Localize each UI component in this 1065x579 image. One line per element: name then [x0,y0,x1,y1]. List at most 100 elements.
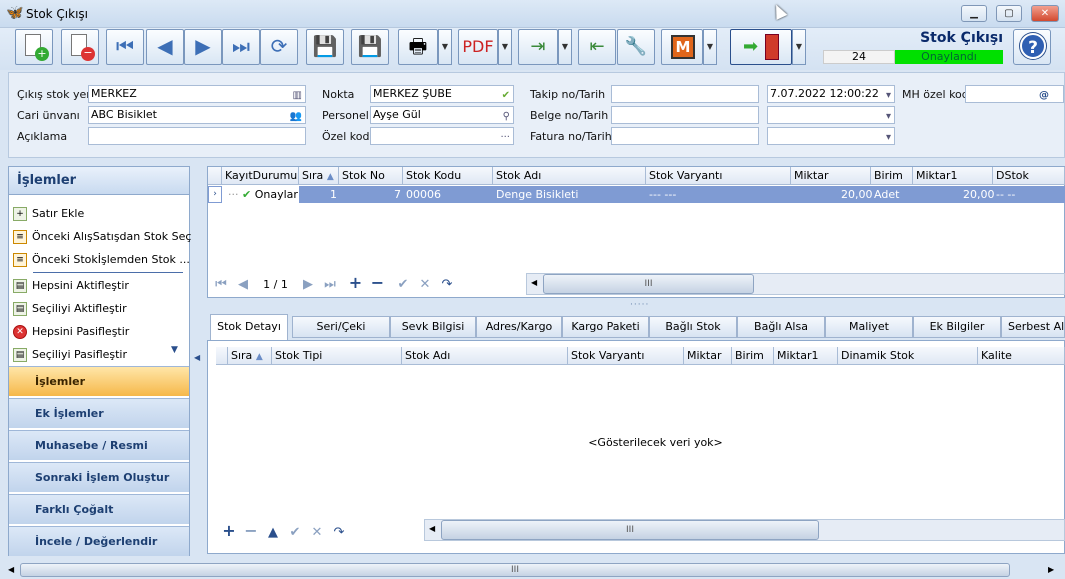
nav-up-icon[interactable]: ▲ [262,525,284,540]
tab-sevk-bilgisi[interactable]: Sevk Bilgisi [390,316,476,338]
help-button[interactable]: ? [1013,29,1051,65]
nav-ek-islemler[interactable]: Ek İşlemler [9,398,189,428]
m-app-button[interactable]: M [661,29,703,65]
col-header-kayitdurumu[interactable]: KayıtDurumu [222,167,299,185]
nav-last-icon[interactable]: ⏭ [319,277,341,292]
minimize-button[interactable]: ▁ [961,5,987,22]
nav-cancel-icon[interactable]: ✕ [306,525,328,540]
col-header-sira[interactable]: Sıra ▲ [299,167,339,185]
grid-hscrollbar[interactable]: ◀ III [526,273,1065,295]
m-app-dropdown[interactable]: ▼ [703,29,717,65]
print-button[interactable]: 🖶 [398,29,438,65]
new-button[interactable]: + [15,29,53,65]
col-header-stok-tipi[interactable]: Stok Tipi [272,347,402,365]
action-hepsini-aktiflestir[interactable]: ▤ Hepsini Aktifleştir [13,276,129,296]
tab-adres-kargo[interactable]: Adres/Kargo [476,316,562,338]
col-header-stok-adi[interactable]: Stok Adı [402,347,568,365]
last-record-button[interactable]: ⏭ [222,29,260,65]
first-record-button[interactable]: ⏮ [106,29,144,65]
col-header-stok-no[interactable]: Stok No [339,167,403,185]
col-header-miktar[interactable]: Miktar [684,347,732,365]
ozel-kod-field[interactable]: ··· [370,127,514,145]
nav-muhasebe[interactable]: Muhasebe / Resmi İşlemler [9,430,189,482]
scroll-left-icon[interactable]: ◀ [531,278,537,287]
scroll-left-icon[interactable]: ◀ [8,565,14,574]
nav-first-icon[interactable]: ⏮ [210,277,232,292]
pdf-dropdown[interactable]: ▼ [498,29,512,65]
scroll-down-icon[interactable]: ▼ [171,345,178,355]
tab-stok-detayi[interactable]: Stok Detayı [210,314,288,340]
cikis-stok-yeri-field[interactable]: MERKEZ ▥ [88,85,306,103]
nav-redo-icon[interactable]: ↷ [328,525,350,540]
nav-confirm-icon[interactable]: ✔ [284,525,306,540]
nav-sonraki-islem[interactable]: Sonraki İşlem Oluştur [9,462,189,492]
scroll-thumb[interactable]: III [441,520,819,540]
splitter-grip[interactable]: ····· [630,300,649,310]
mh-ozel-kod-field[interactable]: @ [965,85,1064,103]
scroll-thumb[interactable]: III [543,274,754,294]
belge-no-field[interactable] [611,106,759,124]
tab-maliyet[interactable]: Maliyet [825,316,913,338]
cari-unvani-field[interactable]: ABC Bisiklet 👥 [88,106,306,124]
tab-seri-ceki[interactable]: Seri/Çeki [292,316,390,338]
nav-remove-icon[interactable]: − [240,521,262,540]
col-header-stok-varyanti[interactable]: Stok Varyantı [568,347,684,365]
takip-tarih-field[interactable]: 7.07.2022 12:00:22 ▾ [767,85,895,103]
nav-redo-icon[interactable]: ↷ [436,277,458,292]
nav-add-icon[interactable]: + [345,273,367,292]
personel-field[interactable]: Ayşe Gül ⚲ [370,106,514,124]
print-dropdown[interactable]: ▼ [438,29,452,65]
save-close-button[interactable]: 💾 [351,29,389,65]
nav-farkli-cogalt[interactable]: Farklı Çoğalt [9,494,189,524]
col-header-birim[interactable]: Birim [732,347,774,365]
action-satir-ekle[interactable]: + Satır Ekle [13,204,84,224]
save-button[interactable]: 💾 [306,29,344,65]
aciklama-field[interactable] [88,127,306,145]
detail-hscrollbar[interactable]: ◀ III [424,519,1065,541]
scroll-thumb[interactable]: III [20,563,1010,577]
col-header-stok-kodu[interactable]: Stok Kodu [403,167,493,185]
nav-remove-icon[interactable]: − [367,273,389,292]
refresh-button[interactable]: ⟳ [260,29,298,65]
exit-dropdown[interactable]: ▼ [792,29,806,65]
next-record-button[interactable]: ▶ [184,29,222,65]
tab-serbest-al[interactable]: Serbest Al [1001,316,1065,338]
nav-incele[interactable]: İncele / Değerlendir [9,526,189,556]
close-button[interactable]: ✕ [1031,5,1059,22]
nav-prev-icon[interactable]: ◀ [232,277,254,292]
nav-next-icon[interactable]: ▶ [297,277,319,292]
action-seciliyi-pasiflestir[interactable]: ▤ Seçiliyi Pasifleştir [13,345,127,365]
scroll-right-icon[interactable]: ▶ [1048,565,1054,574]
tools-button[interactable]: 🔧 [617,29,655,65]
tab-ek-bilgiler[interactable]: Ek Bilgiler [913,316,1001,338]
export-dropdown[interactable]: ▼ [558,29,572,65]
import-button[interactable]: ⇤ [578,29,616,65]
action-onceki-stokislem[interactable]: ≡ Önceki Stokİşlemden Stok ... [13,250,190,270]
table-row[interactable] [222,186,1065,203]
action-onceki-alissatis[interactable]: ≡ Önceki AlışSatışdan Stok Seç [13,227,191,247]
pdf-button[interactable]: PDF [458,29,498,65]
col-header-miktar1[interactable]: Miktar1 [913,167,993,185]
col-header-birim[interactable]: Birim [871,167,913,185]
delete-button[interactable]: − [61,29,99,65]
splitter-collapse-icon[interactable]: ◀ [194,353,200,362]
col-header-dstok[interactable]: DStok [993,167,1065,185]
tab-bagli-stok[interactable]: Bağlı Stok [649,316,737,338]
col-header-stok-adi[interactable]: Stok Adı [493,167,646,185]
nokta-field[interactable]: MERKEZ ŞUBE ✔ [370,85,514,103]
action-hepsini-pasiflestir[interactable]: ✕ Hepsini Pasifleştir [13,322,129,342]
col-header-miktar[interactable]: Miktar [791,167,871,185]
col-header-miktar1[interactable]: Miktar1 [774,347,838,365]
nav-add-icon[interactable]: + [218,521,240,540]
belge-tarih-field[interactable]: ▾ [767,106,895,124]
nav-confirm-icon[interactable]: ✔ [392,277,414,292]
takip-no-field[interactable] [611,85,759,103]
action-seciliyi-aktiflestir[interactable]: ▤ Seçiliyi Aktifleştir [13,299,127,319]
col-header-kalite[interactable]: Kalite [978,347,1065,365]
export-button[interactable]: ⇥ [518,29,558,65]
tab-kargo-paketi[interactable]: Kargo Paketi [562,316,649,338]
scroll-left-icon[interactable]: ◀ [429,524,435,533]
window-hscrollbar[interactable]: ◀ III ▶ [0,561,1065,579]
col-header-stok-varyanti[interactable]: Stok Varyantı [646,167,791,185]
maximize-button[interactable]: ▢ [996,5,1022,22]
